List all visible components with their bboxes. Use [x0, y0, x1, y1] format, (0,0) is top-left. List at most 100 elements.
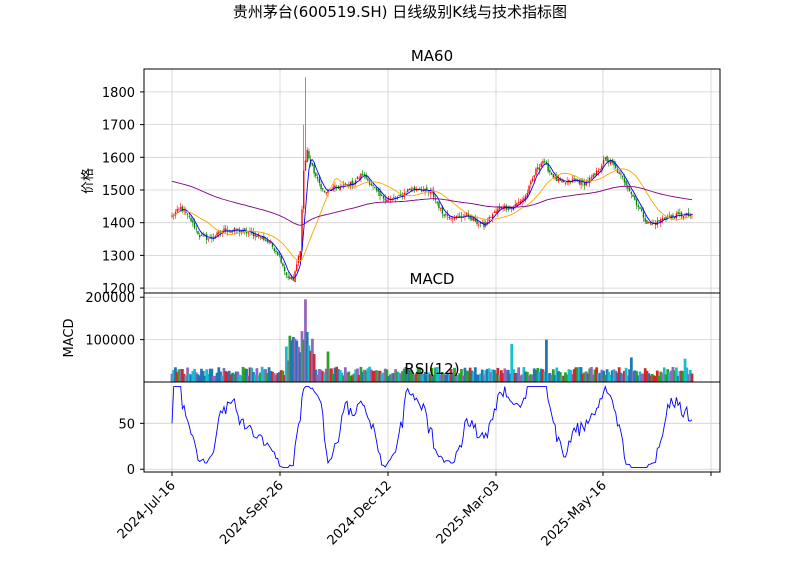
candle-body — [197, 231, 199, 234]
candle-body — [682, 216, 685, 218]
candle-body — [289, 276, 291, 280]
x-tick-label: 2025-Mar-03 — [434, 478, 503, 547]
candle-body — [379, 190, 381, 197]
candle-body — [625, 180, 627, 186]
y-tick-label: 1700 — [102, 119, 135, 134]
candle-body — [254, 234, 256, 237]
candle-body — [549, 169, 551, 173]
candle-body — [564, 182, 567, 184]
macd-panel-title: MACD — [410, 270, 455, 288]
candle-body — [445, 214, 447, 215]
y-tick-label: 100000 — [85, 334, 135, 349]
rsi-panel-grid — [144, 382, 720, 472]
candle-body — [583, 183, 586, 186]
candle-body — [658, 220, 660, 222]
candle-body — [178, 208, 180, 210]
candle-body — [618, 172, 620, 174]
candle-body — [374, 187, 376, 189]
candle-body — [386, 199, 388, 202]
candle-body — [623, 177, 626, 183]
candle-body — [628, 187, 631, 192]
candle-body — [490, 216, 492, 218]
candle-body — [393, 197, 395, 199]
candle-body — [661, 218, 664, 220]
candle-body — [304, 160, 307, 171]
candle-body — [630, 192, 633, 194]
candle-body — [370, 184, 373, 186]
candle-body — [322, 188, 324, 190]
main-panel-yticks: 1200130014001500160017001800 — [102, 86, 144, 297]
candle-body — [561, 180, 563, 183]
candle-body — [677, 212, 679, 215]
candle-body — [282, 263, 284, 267]
candle-body — [517, 201, 520, 203]
candle-body — [368, 180, 371, 185]
candle-body — [212, 236, 215, 238]
candle-body — [420, 190, 423, 192]
candle-body — [361, 174, 364, 175]
candle-body — [471, 216, 473, 221]
candle-body — [543, 161, 546, 163]
candle-body — [308, 151, 310, 159]
candle-body — [459, 215, 461, 217]
moving-averages — [171, 159, 693, 279]
candle-body — [450, 218, 452, 219]
candle-body — [278, 254, 281, 256]
candle-body — [287, 276, 289, 278]
candle-body — [277, 251, 279, 255]
candle-body — [223, 228, 225, 231]
main-panel-frame — [143, 68, 721, 294]
candle-body — [538, 167, 541, 171]
y-tick-label: 1800 — [102, 86, 135, 101]
candle-body — [190, 217, 192, 222]
ma-5-line — [172, 159, 693, 279]
candle-body — [363, 174, 366, 176]
candle-body — [486, 221, 489, 223]
candle-body — [408, 188, 411, 190]
candle-body — [646, 220, 648, 224]
candle-body — [358, 177, 360, 179]
candle-body — [597, 171, 600, 172]
candle-body — [398, 195, 400, 196]
candle-body — [412, 188, 414, 190]
candle-body — [641, 209, 643, 212]
candle-body — [621, 175, 624, 178]
candle-body — [176, 208, 178, 212]
candle-body — [609, 160, 612, 164]
candle-body — [537, 167, 539, 169]
x-axis-ticks: 2024-Jul-16 2024-Sep-26 2024-Dec-12 2025-Ma… — [115, 472, 712, 549]
candle-body — [200, 235, 203, 236]
candle-body — [375, 187, 378, 191]
candle-body — [523, 198, 525, 201]
candle-body — [207, 238, 210, 240]
candle-body — [261, 237, 263, 239]
candle-body — [651, 223, 653, 225]
candle-body — [216, 232, 218, 236]
x-tick-label: 2024-Jul-16 — [115, 478, 179, 542]
candle-body — [199, 235, 201, 238]
candle-body — [550, 173, 553, 175]
y-tick-label: 1600 — [102, 151, 135, 166]
candle-body — [367, 178, 369, 181]
x-tick-label: 2024-Dec-12 — [325, 478, 395, 548]
candle-body — [181, 206, 184, 212]
candle-body — [195, 228, 197, 230]
candle-body — [325, 192, 327, 194]
macd-panel-yticks: 100000 200000 — [85, 291, 144, 349]
candle-body — [275, 250, 277, 253]
candle-body — [602, 159, 605, 165]
candle-body — [457, 216, 459, 217]
candle-body — [438, 202, 440, 209]
candlesticks — [171, 77, 693, 283]
candle-body — [585, 181, 587, 186]
candle-body — [594, 173, 596, 176]
candle-body — [323, 190, 326, 193]
rsi-panel-title: RSI(12) — [404, 360, 459, 378]
candle-body — [405, 192, 407, 194]
candle-body — [531, 178, 534, 182]
candle-body — [283, 266, 286, 272]
candle-body — [186, 213, 189, 215]
candle-body — [448, 216, 451, 218]
candle-body — [320, 183, 322, 189]
candle-body — [280, 256, 282, 263]
